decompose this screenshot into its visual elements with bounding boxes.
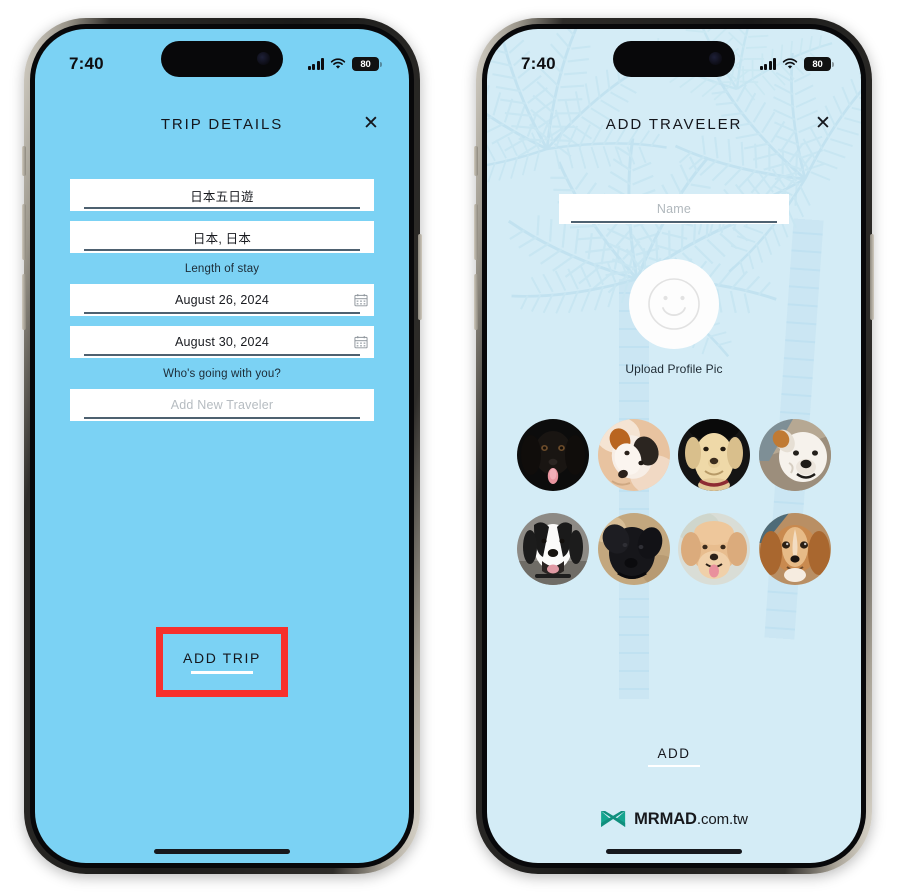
status-clock: 7:40 <box>69 54 104 73</box>
right-phone-device: 7:40 80 ADD TRAVELER ✕ Name Upload Profi… <box>474 18 874 874</box>
field-underline <box>84 354 360 356</box>
add-new-traveler-placeholder: Add New Traveler <box>170 398 274 412</box>
silent-switch[interactable] <box>22 146 26 176</box>
battery-level-text: 80 <box>360 58 371 70</box>
page-title: ADD TRAVELER <box>605 115 743 133</box>
start-date-value: August 26, 2024 <box>174 293 270 307</box>
status-clock: 7:40 <box>521 54 556 73</box>
mrmad-butterfly-logo <box>601 811 626 827</box>
trip-name-value: 日本五日遊 <box>190 189 254 204</box>
end-date-field[interactable]: August 30, 2024 <box>70 326 374 358</box>
button-underline <box>191 671 253 674</box>
cellular-bars-icon <box>307 58 324 70</box>
add-trip-label: ADD TRIP <box>183 650 261 667</box>
avatar-grid <box>513 419 835 585</box>
add-new-traveler-field[interactable]: Add New Traveler <box>70 389 374 421</box>
jack-russell-terrier-avatar[interactable] <box>597 419 670 491</box>
trip-details-form: 日本五日遊 日本, 日本 Length of stay August 26, 2… <box>35 179 409 431</box>
close-icon[interactable]: ✕ <box>812 113 834 135</box>
add-trip-button[interactable]: ADD TRIP <box>163 634 281 690</box>
home-indicator[interactable] <box>606 849 742 854</box>
volume-up-button[interactable] <box>22 204 26 260</box>
destination-value: 日本, 日本 <box>192 231 252 246</box>
english-bulldog-avatar[interactable] <box>758 419 831 491</box>
apricot-poodle-avatar[interactable] <box>678 513 751 585</box>
calendar-icon[interactable] <box>354 294 368 307</box>
destination-field[interactable]: 日本, 日本 <box>70 221 374 253</box>
add-button-label: ADD <box>657 745 691 761</box>
screenshot-stage: 7:40 80 TRIP DETAILS ✕ 日本五日遊 日本, 日本 Leng… <box>0 0 900 894</box>
wifi-icon <box>330 58 346 69</box>
battery-level-text: 80 <box>812 58 823 70</box>
watermark-suffix: .com.tw <box>696 810 748 828</box>
home-indicator[interactable] <box>154 849 290 854</box>
watermark-text: MRMAD.com.tw <box>634 810 748 829</box>
status-indicators: 80 <box>307 57 382 71</box>
smiley-face-icon <box>648 278 700 330</box>
volume-down-button[interactable] <box>22 274 26 330</box>
add-traveler-screen: 7:40 80 ADD TRAVELER ✕ Name Upload Profi… <box>487 29 861 863</box>
wifi-icon <box>782 58 798 69</box>
mrmad-watermark: MRMAD.com.tw <box>600 809 748 829</box>
name-input-placeholder: Name <box>656 202 692 216</box>
name-input[interactable]: Name <box>559 194 789 224</box>
add-traveler-button[interactable]: ADD <box>648 746 700 767</box>
length-of-stay-label: Length of stay <box>184 263 260 275</box>
right-app-header: ADD TRAVELER ✕ <box>487 107 861 141</box>
field-underline <box>84 417 360 419</box>
volume-down-button[interactable] <box>474 274 478 330</box>
field-underline <box>84 207 360 209</box>
cavalier-spaniel-avatar[interactable] <box>758 513 831 585</box>
power-button[interactable] <box>418 234 422 320</box>
watermark-brand: MRMAD <box>634 809 697 828</box>
calendar-icon[interactable] <box>354 336 368 349</box>
trip-details-screen: 7:40 80 TRIP DETAILS ✕ 日本五日遊 日本, 日本 Leng… <box>35 29 409 863</box>
travelers-label: Who's going with you? <box>163 368 281 380</box>
left-phone-device: 7:40 80 TRIP DETAILS ✕ 日本五日遊 日本, 日本 Leng… <box>22 18 422 874</box>
field-underline <box>571 221 777 223</box>
add-trip-highlight-box: ADD TRIP <box>156 627 288 697</box>
trip-name-field[interactable]: 日本五日遊 <box>70 179 374 211</box>
battery-indicator: 80 <box>352 57 382 71</box>
upload-profile-pic-label: Upload Profile Pic <box>625 362 723 376</box>
dynamic-island <box>613 41 735 77</box>
end-date-value: August 30, 2024 <box>174 335 270 349</box>
status-indicators: 80 <box>759 57 834 71</box>
left-app-header: TRIP DETAILS ✕ <box>35 107 409 141</box>
battery-indicator: 80 <box>804 57 834 71</box>
page-title: TRIP DETAILS <box>160 115 284 133</box>
black-labradoodle-avatar[interactable] <box>597 513 670 585</box>
upload-profile-pic-section: Upload Profile Pic <box>487 259 861 376</box>
upload-profile-pic-button[interactable] <box>629 259 719 349</box>
button-underline <box>648 764 700 767</box>
dynamic-island <box>161 41 283 77</box>
silent-switch[interactable] <box>474 146 478 176</box>
black-white-pointer-avatar[interactable] <box>517 513 590 585</box>
yellow-labrador-avatar[interactable] <box>678 419 751 491</box>
black-spaniel-avatar[interactable] <box>517 419 590 491</box>
cellular-bars-icon <box>759 58 776 70</box>
field-underline <box>84 249 360 251</box>
power-button[interactable] <box>870 234 874 320</box>
close-icon[interactable]: ✕ <box>360 113 382 135</box>
volume-up-button[interactable] <box>474 204 478 260</box>
start-date-field[interactable]: August 26, 2024 <box>70 284 374 316</box>
field-underline <box>84 312 360 314</box>
